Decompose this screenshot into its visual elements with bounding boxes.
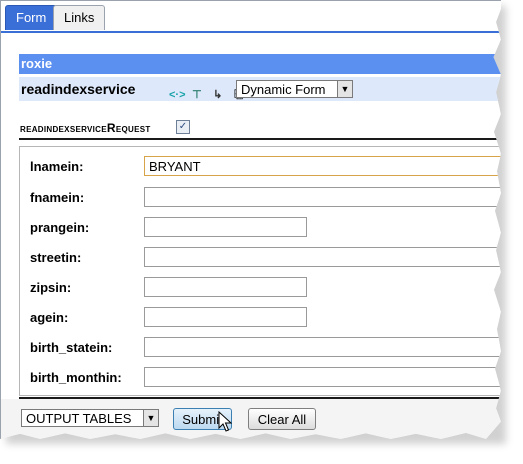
cluster-title-bar: roxie [19, 54, 501, 74]
cluster-title: roxie [21, 56, 53, 71]
form-type-value: Dynamic Form [241, 82, 326, 97]
mouse-cursor-icon [218, 411, 232, 432]
form-type-select[interactable]: Dynamic Form ▼ [236, 80, 353, 98]
tab-form[interactable]: Form [5, 5, 57, 30]
field-label: agein: [30, 310, 69, 325]
tab-bar: Form Links [1, 1, 501, 33]
tab-links[interactable]: Links [53, 5, 105, 30]
request-label: readindexserviceRequest [20, 121, 151, 135]
app-window: Form Links roxie readindexservice <·> ⊤ … [0, 0, 501, 439]
service-name: readindexservice [21, 81, 136, 97]
output-select-value: OUTPUT TABLES [26, 411, 132, 426]
service-header: readindexservice <·> ⊤ ↳ ⎘ Dynamic Form … [19, 77, 501, 101]
field-label: birth_statein: [30, 340, 113, 355]
field-label: zipsin: [30, 280, 72, 295]
lnamein-input[interactable] [144, 156, 501, 176]
chevron-down-icon[interactable]: ▼ [143, 410, 158, 426]
output-tables-select[interactable]: OUTPUT TABLES ▼ [21, 409, 159, 427]
birth-monthin-input[interactable] [144, 367, 501, 387]
zipsin-input[interactable] [144, 277, 307, 297]
request-checkbox[interactable]: ✓ [176, 120, 190, 134]
fields-panel: lnamein: fnamein: prangein: streetin: zi… [19, 146, 501, 396]
birth-statein-input[interactable] [144, 337, 501, 357]
field-label: prangein: [30, 220, 90, 235]
field-label: lnamein: [30, 159, 84, 174]
field-label: streetin: [30, 250, 82, 265]
link-icon[interactable]: ↳ [211, 88, 225, 102]
tree-icon[interactable]: ⊤ [190, 88, 204, 102]
field-label: fnamein: [30, 190, 85, 205]
streetin-input[interactable] [144, 247, 501, 267]
clear-all-button[interactable]: Clear All [248, 408, 316, 430]
xml-view-icon[interactable]: <·> [169, 88, 186, 102]
fnamein-input[interactable] [144, 187, 501, 207]
prangein-input[interactable] [144, 217, 307, 237]
field-label: birth_monthin: [30, 370, 122, 385]
agein-input[interactable] [144, 307, 307, 327]
request-divider [19, 138, 501, 140]
chevron-down-icon[interactable]: ▼ [337, 81, 352, 97]
form-footer: OUTPUT TABLES ▼ Submit Clear All [1, 399, 501, 439]
